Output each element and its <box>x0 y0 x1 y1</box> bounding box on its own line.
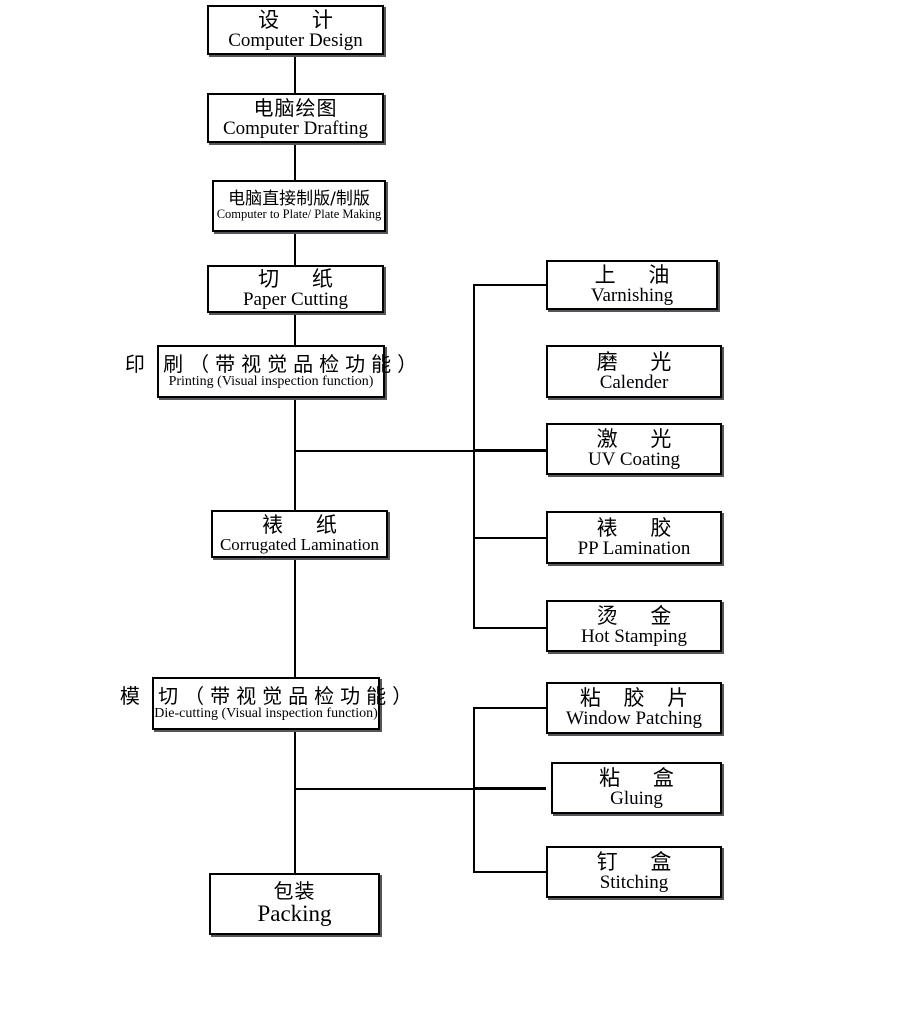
node-hot-stamping-cn: 烫 金 <box>596 604 685 628</box>
node-pp-lamination-cn: 裱 胶 <box>596 515 685 540</box>
node-printing[interactable]: 印 刷（带视觉品检功能） Printing (Visual inspection… <box>125 345 417 398</box>
branch-stub-pp-lamination <box>473 537 546 539</box>
node-paper-cutting-en: Paper Cutting <box>242 289 349 311</box>
connector-lamination-to-diecutting <box>294 558 296 677</box>
branch-stub-stitching <box>473 871 546 873</box>
node-corrugated-lamination-en: Corrugated Lamination <box>219 535 380 555</box>
branch-stub-varnishing <box>473 284 546 286</box>
connector-printing-to-lamination <box>294 398 296 510</box>
node-varnishing-en: Varnishing <box>590 285 674 307</box>
node-stitching-en: Stitching <box>599 872 669 894</box>
node-packing-cn: 包装 <box>273 879 316 904</box>
node-packing-en: Packing <box>257 901 332 927</box>
branch-stub-uv-coating <box>473 449 546 451</box>
node-stitching-cn: 钉 盒 <box>596 850 685 874</box>
node-paper-cutting-cn: 切 纸 <box>258 267 346 291</box>
branch-stub-hot-stamping <box>473 627 546 629</box>
node-corrugated-lamination[interactable]: 裱 纸 Corrugated Lamination <box>211 510 388 558</box>
node-window-patching[interactable]: 粘 胶 片 Window Patching <box>546 682 722 734</box>
connector-drafting-to-ctp <box>294 143 296 180</box>
node-varnishing[interactable]: 上 油 Varnishing <box>546 260 718 310</box>
branch-stub-window-patching <box>473 707 546 709</box>
node-uv-coating-en: UV Coating <box>587 449 680 471</box>
node-gluing[interactable]: 粘 盒 Gluing <box>551 762 722 814</box>
node-calender[interactable]: 磨 光 Calender <box>546 345 722 398</box>
connector-diecutting-to-packing <box>294 730 296 873</box>
node-window-patching-cn: 粘 胶 片 <box>579 686 697 710</box>
node-computer-drafting-cn: 电脑绘图 <box>253 95 338 120</box>
node-varnishing-cn: 上 油 <box>594 263 683 287</box>
node-gluing-en: Gluing <box>610 788 663 810</box>
node-computer-design[interactable]: 设 计 Computer Design <box>207 5 384 55</box>
node-pp-lamination-en: PP Lamination <box>577 537 691 559</box>
node-die-cutting[interactable]: 模 切（带视觉品检功能） Die-cutting (Visual inspect… <box>120 677 412 730</box>
connector-ctp-to-cutting <box>294 232 296 265</box>
node-die-cutting-en: Die-cutting (Visual inspection function) <box>154 705 378 721</box>
node-ctp-plate-making[interactable]: 电脑直接制版/制版 Computer to Plate/ Plate Makin… <box>212 180 386 232</box>
node-uv-coating-cn: 激 光 <box>596 427 685 451</box>
branch-stub-gluing <box>473 787 546 789</box>
node-stitching[interactable]: 钉 盒 Stitching <box>546 846 722 898</box>
node-computer-drafting-en: Computer Drafting <box>222 117 369 139</box>
node-computer-drafting[interactable]: 电脑绘图 Computer Drafting <box>207 93 384 143</box>
node-packing[interactable]: 包装 Packing <box>209 873 380 935</box>
branch-trunk-lower <box>473 707 475 872</box>
node-ctp-plate-making-cn: 电脑直接制版/制版 <box>228 188 370 209</box>
node-computer-design-cn: 设 计 <box>258 8 346 32</box>
branch-trunk-upper <box>473 284 475 629</box>
node-ctp-plate-making-en: Computer to Plate/ Plate Making <box>216 207 382 222</box>
node-paper-cutting[interactable]: 切 纸 Paper Cutting <box>207 265 384 313</box>
node-pp-lamination[interactable]: 裱 胶 PP Lamination <box>546 511 722 564</box>
node-window-patching-en: Window Patching <box>566 708 702 730</box>
node-die-cutting-cn: 模 切（带视觉品检功能） <box>119 683 419 708</box>
process-flowchart: 设 计 Computer Design 电脑绘图 Computer Drafti… <box>0 0 900 1030</box>
node-printing-en: Printing (Visual inspection function) <box>168 373 374 389</box>
node-corrugated-lamination-cn: 裱 纸 <box>262 513 350 538</box>
node-hot-stamping[interactable]: 烫 金 Hot Stamping <box>546 600 722 652</box>
node-calender-cn: 磨 光 <box>596 349 685 374</box>
node-computer-design-en: Computer Design <box>228 30 363 52</box>
node-printing-cn: 印 刷（带视觉品检功能） <box>124 351 424 376</box>
node-uv-coating[interactable]: 激 光 UV Coating <box>546 423 722 475</box>
node-gluing-cn: 粘 盒 <box>599 766 687 790</box>
node-hot-stamping-en: Hot Stamping <box>580 626 688 648</box>
node-calender-en: Calender <box>599 371 669 393</box>
connector-cutting-to-printing <box>294 313 296 345</box>
connector-design-to-drafting <box>294 55 296 93</box>
